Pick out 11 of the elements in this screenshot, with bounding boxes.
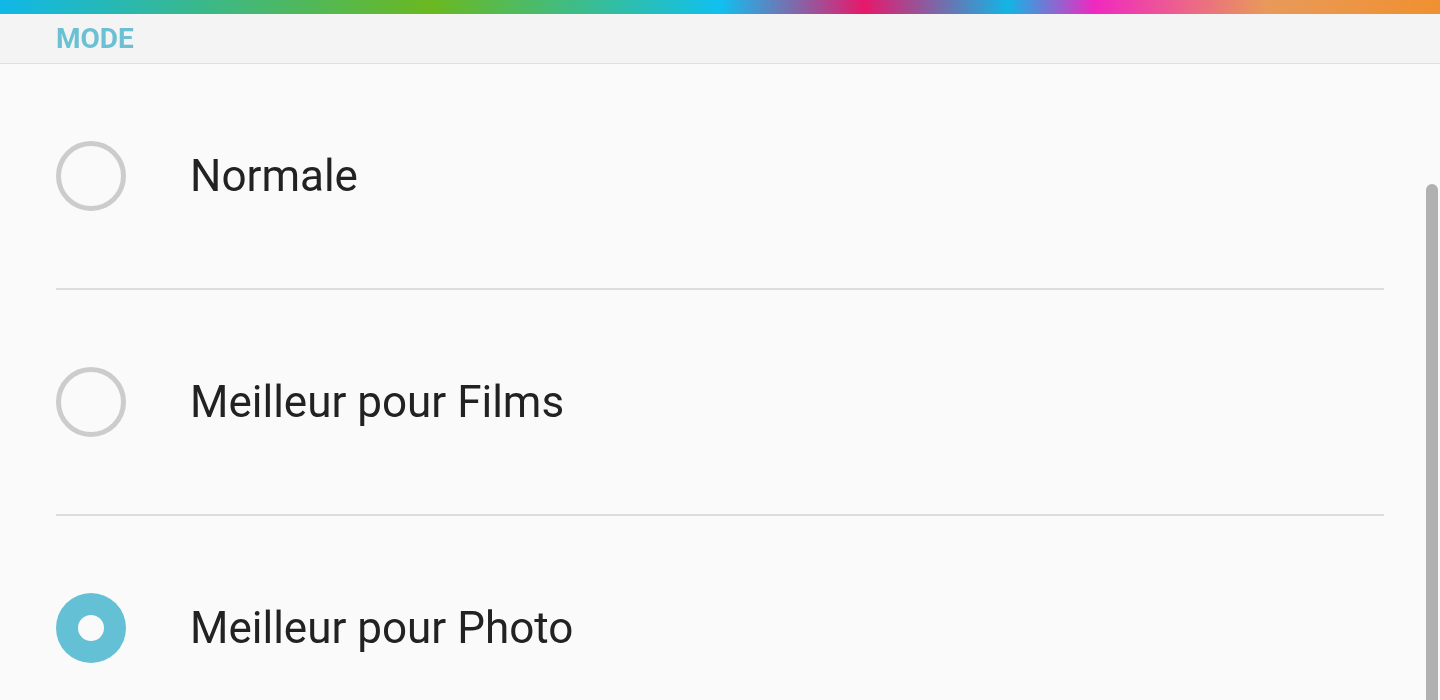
option-label: Meilleur pour Films [190, 376, 565, 428]
radio-button[interactable] [56, 141, 126, 211]
radio-button[interactable] [56, 367, 126, 437]
radio-option[interactable]: Normale [56, 64, 1384, 290]
option-label: Normale [190, 150, 358, 202]
section-title: MODE [56, 22, 134, 55]
radio-option[interactable]: Meilleur pour Films [56, 290, 1384, 516]
radio-option[interactable]: Meilleur pour Photo [56, 516, 1384, 700]
radio-button[interactable] [56, 593, 126, 663]
scrollbar[interactable] [1426, 184, 1438, 700]
option-label: Meilleur pour Photo [190, 602, 574, 654]
